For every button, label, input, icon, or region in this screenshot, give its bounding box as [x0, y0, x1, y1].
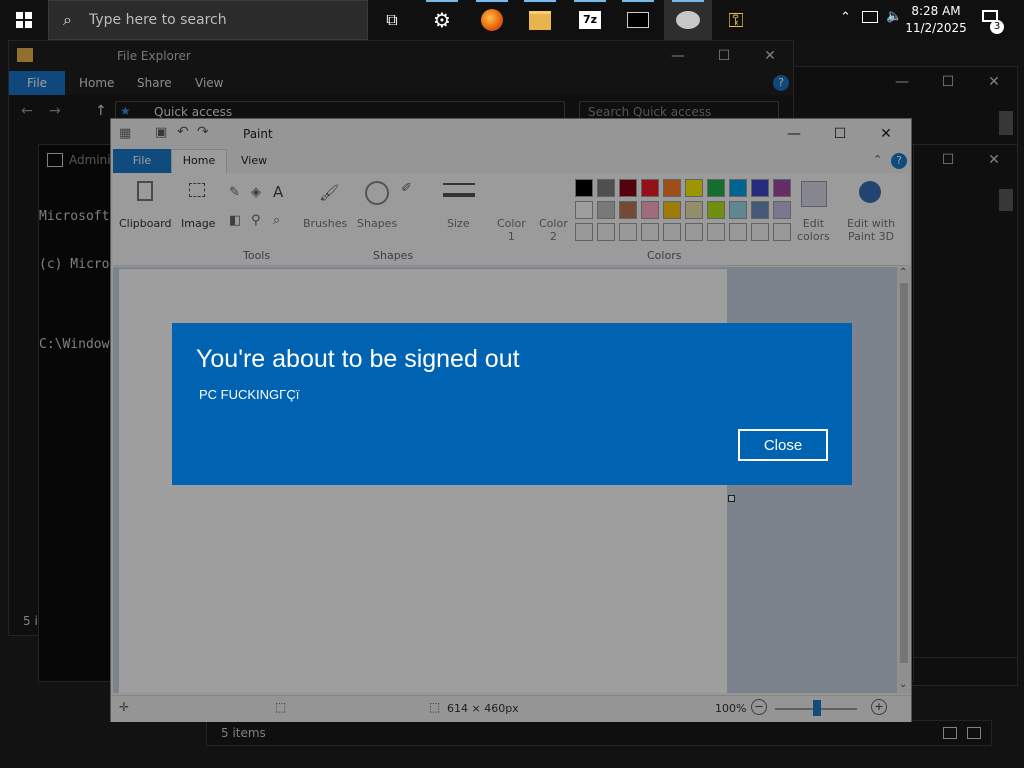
gear-icon: ⚙: [433, 8, 451, 32]
tray-clock[interactable]: 8:28 AM 11/2/2025: [904, 3, 968, 37]
console-taskbar-button[interactable]: [614, 0, 662, 40]
task-view-icon: ⧉: [386, 10, 398, 29]
console-icon: [627, 12, 649, 28]
keys-taskbar-button[interactable]: ⚿: [712, 0, 760, 40]
7zip-taskbar-button[interactable]: 7z: [566, 0, 614, 40]
action-center-button[interactable]: 3: [978, 8, 1006, 36]
keys-icon: ⚿: [728, 8, 744, 32]
paint-palette-icon: [676, 11, 700, 29]
clock-time: 8:28 AM: [911, 4, 961, 18]
search-icon: ⌕: [63, 10, 72, 29]
start-button[interactable]: [0, 0, 48, 40]
taskbar-search-box[interactable]: ⌕ Type here to search: [48, 0, 368, 40]
close-button[interactable]: Close: [738, 429, 828, 461]
clock-date: 11/2/2025: [905, 21, 967, 35]
search-placeholder: Type here to search: [89, 12, 227, 28]
tray-expand-icon[interactable]: ⌃: [840, 10, 851, 25]
file-explorer-taskbar-button[interactable]: [516, 0, 564, 40]
volume-muted-icon[interactable]: 🔈: [886, 9, 902, 24]
7zip-icon: 7z: [579, 11, 601, 29]
settings-taskbar-button[interactable]: ⚙: [418, 0, 466, 40]
firefox-taskbar-button[interactable]: [468, 0, 516, 40]
firefox-icon: [481, 9, 503, 31]
dialog-message: PC FUCKINGΓÇï: [199, 387, 300, 402]
task-view-button[interactable]: ⧉: [368, 0, 416, 40]
dialog-title: You're about to be signed out: [196, 345, 520, 373]
windows-logo-icon: [16, 12, 32, 28]
network-disconnected-icon[interactable]: [862, 11, 878, 23]
taskbar: ⌕ Type here to search ⧉ ⚙ 7z ⚿ ⌃ 🔈 8:28 …: [0, 0, 1024, 40]
folder-icon: [529, 10, 551, 30]
signout-dialog: You're about to be signed out PC FUCKING…: [172, 323, 852, 485]
notification-badge: 3: [990, 20, 1004, 34]
paint-taskbar-button[interactable]: [664, 0, 712, 40]
